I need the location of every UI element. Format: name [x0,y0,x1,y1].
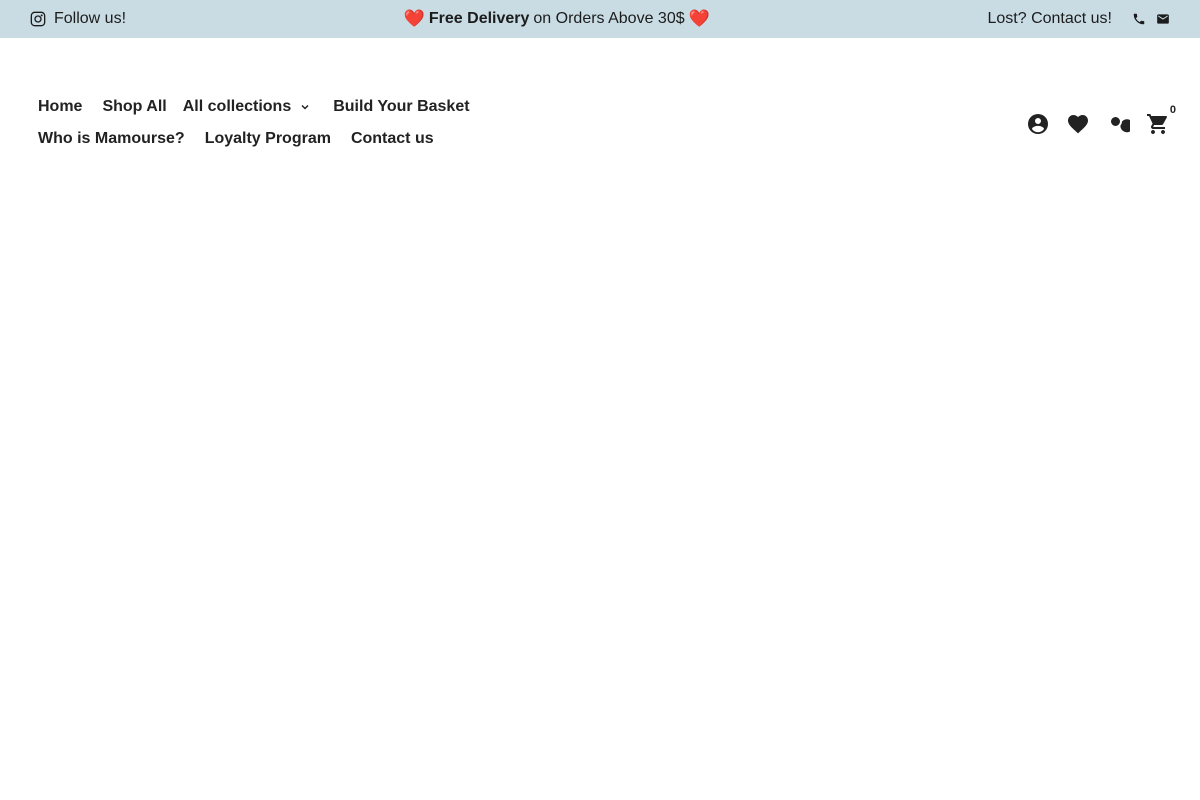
contact-label[interactable]: Lost? Contact us! [987,10,1112,28]
search-icon [1111,117,1130,133]
nav-loyalty-program[interactable]: Loyalty Program [205,130,331,148]
follow-us-label[interactable]: Follow us! [54,10,126,28]
heart-icon: ❤️ [403,9,425,28]
nav-home[interactable]: Home [38,98,82,116]
nav-contact-us[interactable]: Contact us [351,130,434,148]
follow-us[interactable]: Follow us! [30,10,126,28]
contact-links: Lost? Contact us! [987,10,1170,28]
promo-bold: Free Delivery [428,10,530,27]
chevron-down-icon [301,104,309,110]
nav-shop-all[interactable]: Shop All [102,98,166,116]
promo-message: ❤️ Free Delivery on Orders Above 30$ ❤️ [404,9,710,29]
search-button[interactable] [1106,112,1130,136]
cart-count-badge: 0 [1169,104,1176,116]
phone-icon[interactable] [1132,12,1146,26]
cart-icon [1147,114,1167,134]
account-button[interactable] [1026,112,1050,136]
promo-rest: on Orders Above 30$ [533,10,685,27]
wishlist-button[interactable] [1066,112,1090,136]
nav-row-1: Home Shop All All collections Build Your… [38,91,508,123]
account-icon [1028,114,1048,134]
announcement-bar: Follow us! ❤️ Free Delivery on Orders Ab… [0,0,1200,38]
cart-button[interactable]: 0 [1146,104,1176,136]
nav-row-2: Who is Mamourse? Loyalty Program Contact… [38,123,508,155]
instagram-icon [30,11,46,27]
nav-all-collections-label: All collections [182,98,292,115]
nav-build-your-basket[interactable]: Build Your Basket [333,98,469,116]
header-icons: 0 [1026,104,1176,136]
nav-who-is-mamourse[interactable]: Who is Mamourse? [38,130,185,148]
site-header: Home Shop All All collections Build Your… [0,38,1200,147]
email-icon[interactable] [1156,12,1170,26]
nav-all-collections[interactable]: All collections [183,98,311,116]
heart-icon [1068,115,1088,134]
heart-icon: ❤️ [688,9,710,28]
main-nav: Home Shop All All collections Build Your… [38,96,508,155]
